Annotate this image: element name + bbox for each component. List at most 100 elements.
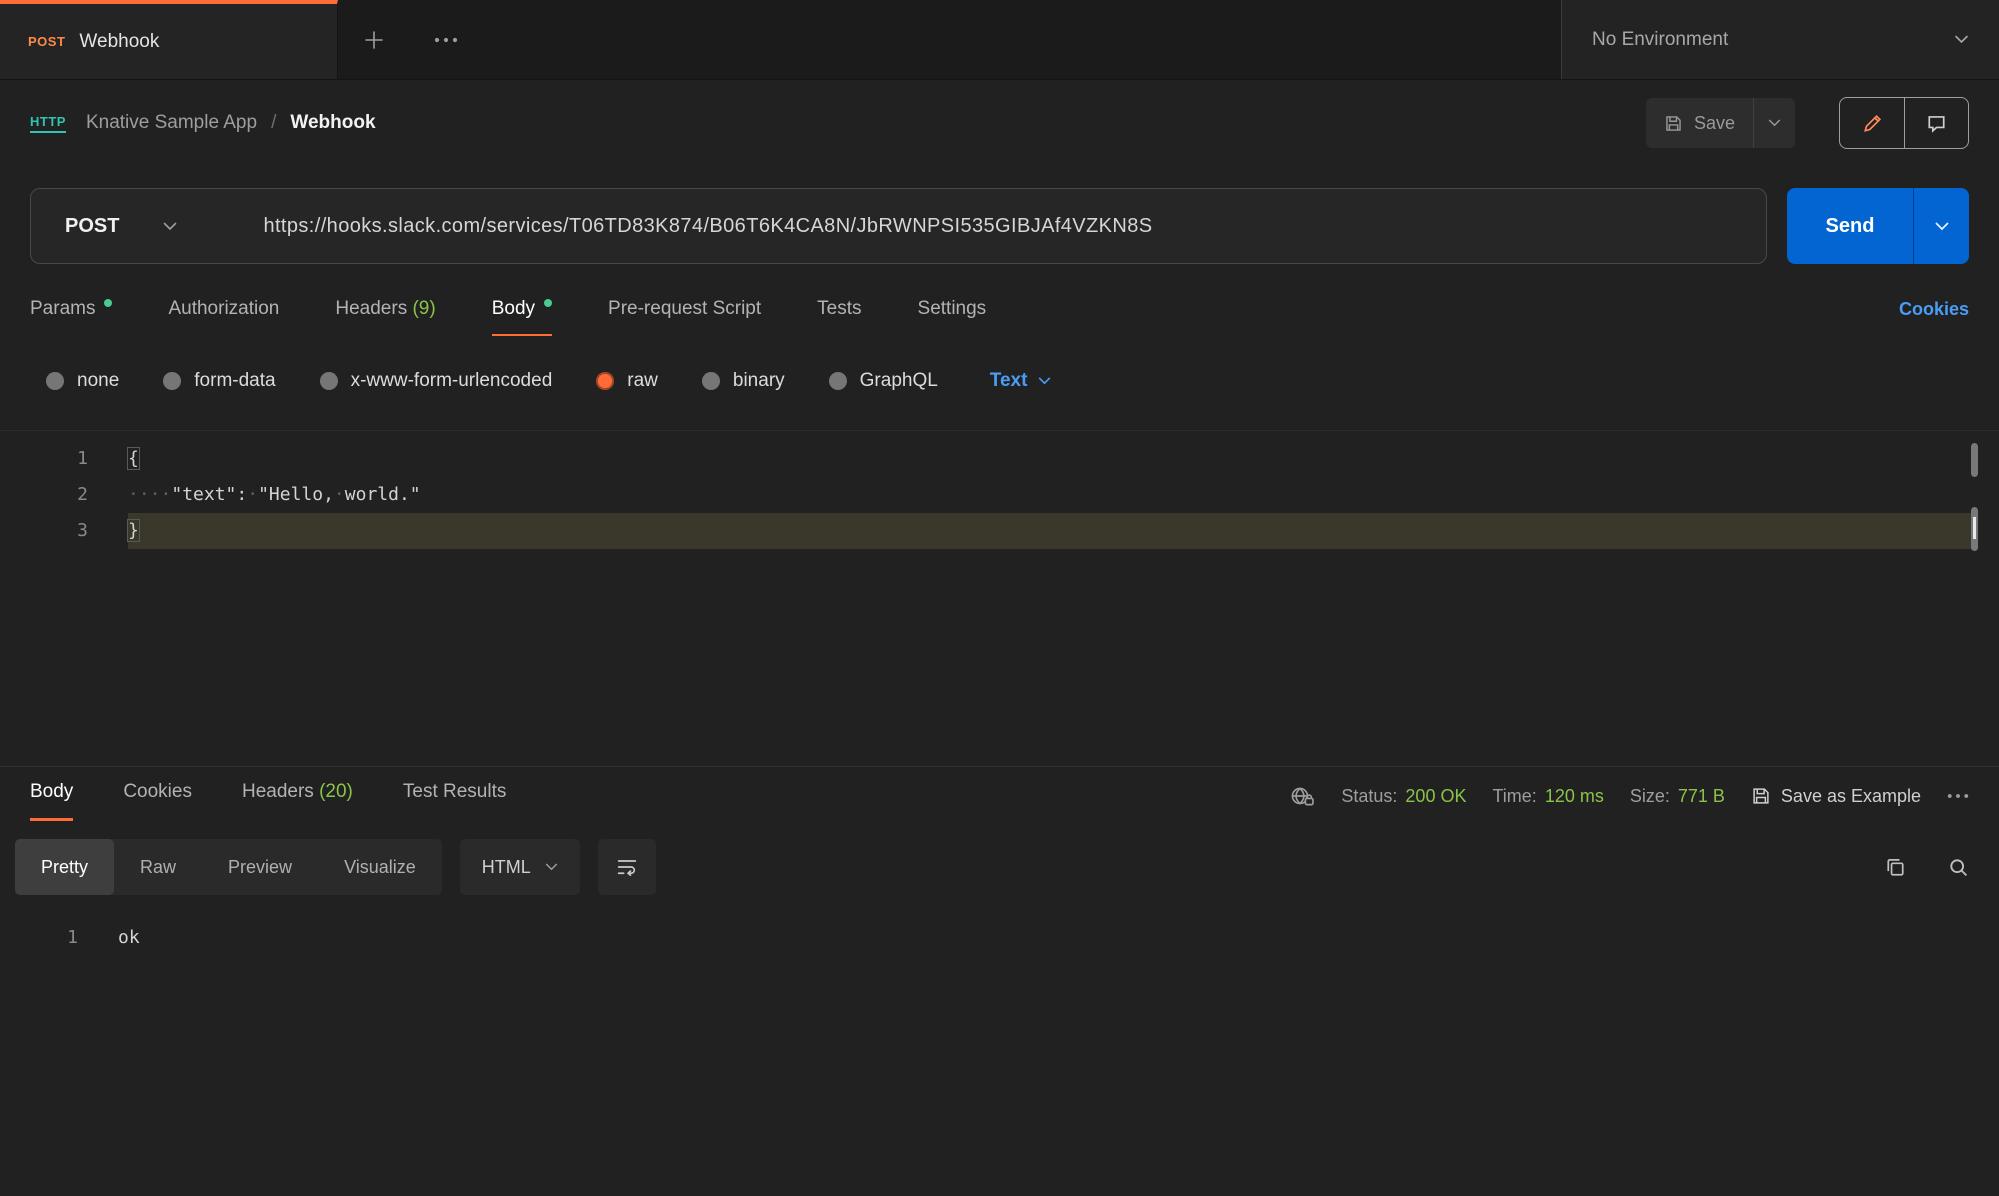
whitespace-dot: · — [334, 484, 345, 505]
url-input[interactable]: https://hooks.slack.com/services/T06TD83… — [263, 215, 1152, 238]
response-body[interactable]: 1 ok — [0, 921, 1999, 955]
view-preview-button[interactable]: Preview — [202, 839, 318, 895]
more-options-icon — [434, 37, 458, 43]
response-format-selector[interactable]: HTML — [460, 839, 580, 895]
chevron-down-icon — [1954, 35, 1969, 44]
line-number: 1 — [0, 441, 88, 477]
network-icon[interactable] — [1289, 785, 1315, 807]
editor-scrollbar[interactable] — [1971, 443, 1978, 477]
radio-x-www-form-urlencoded[interactable]: x-www-form-urlencoded — [320, 370, 553, 392]
request-body-editor[interactable]: 1 { 2 ····"text":·"Hello,·world." 3 } — [0, 430, 1999, 766]
tab-method-badge: POST — [28, 34, 65, 49]
tab-title: Webhook — [79, 31, 159, 53]
size-badge: Size: 771 B — [1630, 786, 1725, 807]
response-tab-test-results[interactable]: Test Results — [403, 781, 506, 821]
save-icon — [1664, 114, 1683, 133]
json-value: "Hello, — [258, 484, 334, 505]
response-tab-body[interactable]: Body — [30, 781, 73, 821]
tab-authorization[interactable]: Authorization — [168, 298, 279, 336]
edit-button[interactable] — [1840, 98, 1904, 148]
environment-selector[interactable]: No Environment — [1561, 0, 1999, 79]
tab-pre-request-script[interactable]: Pre-request Script — [608, 298, 761, 336]
close-brace: } — [128, 520, 139, 541]
radio-raw-label: raw — [627, 370, 658, 392]
response-toolbar-right — [1885, 857, 1969, 878]
send-options-button[interactable] — [1913, 188, 1969, 264]
response-tab-test-results-label: Test Results — [403, 781, 506, 802]
radio-graphql[interactable]: GraphQL — [829, 370, 938, 392]
tab-headers[interactable]: Headers (9) — [335, 298, 435, 336]
editor-scrollbar-cursor[interactable] — [1971, 507, 1978, 551]
radio-icon — [702, 372, 720, 390]
comment-button[interactable] — [1904, 98, 1968, 148]
tab-tests-label: Tests — [817, 298, 861, 319]
method-selector[interactable]: POST — [31, 215, 211, 238]
radio-none[interactable]: none — [46, 370, 119, 392]
radio-binary-label: binary — [733, 370, 785, 392]
radio-none-label: none — [77, 370, 119, 392]
line-number: 3 — [0, 513, 88, 549]
tab-params[interactable]: Params — [30, 298, 112, 336]
chevron-down-icon — [545, 863, 558, 871]
request-tab-webhook[interactable]: POST Webhook — [0, 0, 338, 79]
response-pane: Body Cookies Headers (20) Test Results S… — [0, 766, 1999, 955]
radio-form-data-label: form-data — [194, 370, 275, 392]
raw-format-selector[interactable]: Text — [990, 370, 1052, 392]
response-tab-cookies[interactable]: Cookies — [123, 781, 192, 821]
json-value: world." — [345, 484, 421, 505]
edit-comment-group — [1839, 97, 1969, 149]
request-tabs: Params Authorization Headers (9) Body Pr… — [0, 298, 1999, 336]
radio-raw[interactable]: raw — [596, 370, 658, 392]
save-button-label: Save — [1694, 113, 1735, 134]
view-pretty-button[interactable]: Pretty — [15, 839, 114, 895]
view-raw-button[interactable]: Raw — [114, 839, 202, 895]
more-options-icon — [1947, 793, 1969, 799]
new-tab-button[interactable] — [338, 0, 410, 79]
time-badge: Time: 120 ms — [1492, 786, 1603, 807]
tab-options-button[interactable] — [410, 0, 482, 79]
editor-line[interactable]: 2 ····"text":·"Hello,·world." — [0, 477, 1999, 513]
response-tab-headers-label: Headers — [242, 781, 314, 802]
tab-tests[interactable]: Tests — [817, 298, 861, 336]
tab-body[interactable]: Body — [492, 298, 552, 336]
editor-line[interactable]: 1 { — [0, 441, 1999, 477]
url-row: POST https://hooks.slack.com/services/T0… — [0, 188, 1999, 264]
copy-icon[interactable] — [1885, 857, 1906, 878]
radio-graphql-label: GraphQL — [860, 370, 938, 392]
time-label: Time: — [1492, 786, 1536, 807]
view-visualize-button[interactable]: Visualize — [318, 839, 442, 895]
radio-binary[interactable]: binary — [702, 370, 785, 392]
chevron-down-icon — [1768, 119, 1781, 127]
tab-settings[interactable]: Settings — [918, 298, 987, 336]
tab-settings-label: Settings — [918, 298, 987, 319]
status-badge: Status: 200 OK — [1341, 786, 1466, 807]
send-button[interactable]: Send — [1787, 188, 1913, 264]
chevron-down-icon — [1935, 222, 1949, 231]
response-tab-headers[interactable]: Headers (20) — [242, 781, 353, 821]
save-options-button[interactable] — [1754, 98, 1795, 148]
response-options-button[interactable] — [1947, 793, 1969, 799]
radio-icon — [46, 372, 64, 390]
cookies-link[interactable]: Cookies — [1899, 299, 1969, 336]
tab-body-label: Body — [492, 298, 535, 319]
editor-line-active[interactable]: 3 } — [0, 513, 1999, 549]
breadcrumb-collection[interactable]: Knative Sample App — [86, 112, 257, 134]
response-headers-count: (20) — [319, 781, 353, 802]
response-line-number: 1 — [0, 921, 78, 955]
body-type-row: none form-data x-www-form-urlencoded raw… — [0, 370, 1999, 392]
breadcrumb-request-name[interactable]: Webhook — [290, 112, 375, 134]
radio-form-data[interactable]: form-data — [163, 370, 275, 392]
url-bar: POST https://hooks.slack.com/services/T0… — [30, 188, 1767, 264]
tab-params-label: Params — [30, 298, 95, 319]
time-value: 120 ms — [1545, 786, 1604, 807]
radio-icon — [829, 372, 847, 390]
tab-headers-label: Headers — [335, 298, 407, 319]
wrap-lines-button[interactable] — [598, 839, 656, 895]
save-as-example-button[interactable]: Save as Example — [1751, 786, 1921, 807]
search-icon[interactable] — [1948, 857, 1969, 878]
raw-format-label: Text — [990, 370, 1028, 392]
wrap-line-icon — [616, 858, 638, 876]
response-tab-body-label: Body — [30, 781, 73, 802]
radio-icon — [320, 372, 338, 390]
save-button[interactable]: Save — [1646, 98, 1753, 148]
